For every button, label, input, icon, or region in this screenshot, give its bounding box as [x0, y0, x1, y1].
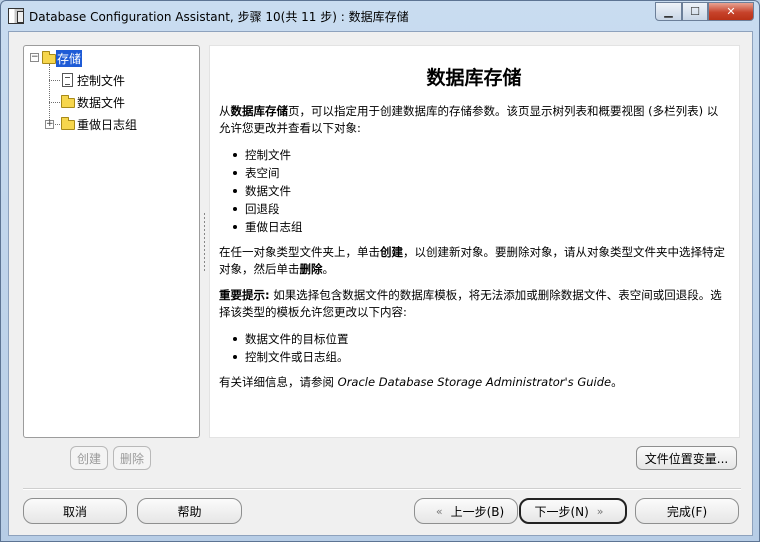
create-bold: 创建: [380, 245, 403, 259]
separator: [23, 488, 741, 490]
cancel-button[interactable]: 取消: [23, 498, 127, 524]
important-paragraph: 重要提示: 如果选择包含数据文件的数据库模板，将无法添加或删除数据文件、表空间或…: [219, 287, 729, 321]
help-button[interactable]: 帮助: [137, 498, 242, 524]
list-item: 重做日志组: [219, 218, 729, 236]
list-item: 数据文件的目标位置: [219, 330, 729, 348]
folder-icon: [61, 117, 75, 130]
app-icon: [8, 8, 24, 24]
title-bar[interactable]: Database Configuration Assistant, 步骤 10(…: [1, 1, 759, 31]
back-label: 上一步(B): [450, 504, 505, 519]
file-location-variables-button[interactable]: 文件位置变量...: [636, 446, 737, 470]
maximize-icon: ☐: [690, 5, 700, 18]
close-button[interactable]: ✕: [708, 2, 754, 21]
guide-paragraph: 有关详细信息，请参阅 Oracle Database Storage Admin…: [219, 374, 729, 391]
create-text-3: 。: [322, 262, 335, 276]
create-button[interactable]: 创建: [70, 446, 108, 470]
dbca-window: Database Configuration Assistant, 步骤 10(…: [0, 0, 760, 542]
next-button[interactable]: 下一步(N) »: [519, 498, 627, 524]
tree-item-data-files[interactable]: 数据文件: [77, 94, 125, 111]
guide-suffix: 。: [611, 375, 623, 389]
list-item: 数据文件: [219, 182, 729, 200]
back-button[interactable]: « 上一步(B): [414, 498, 518, 524]
chevron-left-icon: «: [435, 504, 443, 518]
next-label: 下一步(N): [534, 504, 589, 519]
chevron-right-icon: »: [596, 504, 604, 518]
guide-prefix: 有关详细信息，请参阅: [219, 375, 338, 389]
window-controls: ▁ ☐ ✕: [655, 2, 754, 21]
list-item: 控制文件: [219, 146, 729, 164]
tree-connector: [49, 102, 60, 103]
delete-bold: 删除: [299, 262, 323, 276]
list-item: 回退段: [219, 200, 729, 218]
window-title: Database Configuration Assistant, 步骤 10(…: [29, 10, 409, 24]
folder-icon: [61, 95, 75, 108]
minimize-button[interactable]: ▁: [655, 2, 682, 21]
tree-item-storage[interactable]: 存储: [56, 50, 83, 67]
tree-item-control-files[interactable]: 控制文件: [77, 72, 125, 89]
tree-connector: [49, 64, 50, 126]
panel-splitter[interactable]: [203, 212, 206, 272]
delete-button[interactable]: 删除: [113, 446, 151, 470]
create-delete-paragraph: 在任一对象类型文件夹上，单击创建，以创建新对象。要删除对象，请从对象类型文件夹中…: [219, 244, 729, 278]
help-content-panel: 数据库存储 从数据库存储页，可以指定用于创建数据库的存储参数。该页显示树列表和概…: [209, 45, 740, 438]
file-icon: [62, 73, 73, 87]
tree-connector: [49, 80, 60, 81]
guide-title: Oracle Database Storage Administrator's …: [337, 375, 612, 389]
list-item: 控制文件或日志组。: [219, 348, 729, 366]
important-text: 如果选择包含数据文件的数据库模板，将无法添加或删除数据文件、表空间或回退段。选择…: [219, 288, 722, 319]
intro-paragraph: 从数据库存储页，可以指定用于创建数据库的存储参数。该页显示树列表和概要视图 (多…: [219, 103, 729, 137]
object-list: 控制文件 表空间 数据文件 回退段 重做日志组: [219, 146, 729, 236]
intro-prefix: 从: [219, 104, 231, 118]
content-title: 数据库存储: [426, 67, 522, 89]
collapse-icon[interactable]: −: [30, 53, 39, 62]
changes-list: 数据文件的目标位置 控制文件或日志组。: [219, 330, 729, 366]
important-bold: 重要提示:: [219, 288, 270, 302]
minimize-icon: ▁: [664, 5, 673, 18]
wizard-client-area: − 存储 控制文件 数据文件 + 重做日志组 数据库存储 从数据库存储页，可以指…: [8, 31, 753, 536]
list-item: 表空间: [219, 164, 729, 182]
intro-bold: 数据库存储: [230, 104, 289, 118]
storage-tree[interactable]: − 存储 控制文件 数据文件 + 重做日志组: [23, 45, 200, 438]
folder-open-icon: [42, 51, 56, 64]
close-icon: ✕: [726, 5, 736, 18]
intro-text: 页，可以指定用于创建数据库的存储参数。该页显示树列表和概要视图 (多栏列表) 以…: [219, 104, 719, 135]
maximize-button[interactable]: ☐: [682, 2, 708, 21]
finish-button[interactable]: 完成(F): [635, 498, 739, 524]
expand-icon[interactable]: +: [45, 120, 54, 129]
create-text-1: 在任一对象类型文件夹上，单击: [219, 245, 380, 259]
tree-item-redo-log-groups[interactable]: 重做日志组: [77, 116, 137, 133]
